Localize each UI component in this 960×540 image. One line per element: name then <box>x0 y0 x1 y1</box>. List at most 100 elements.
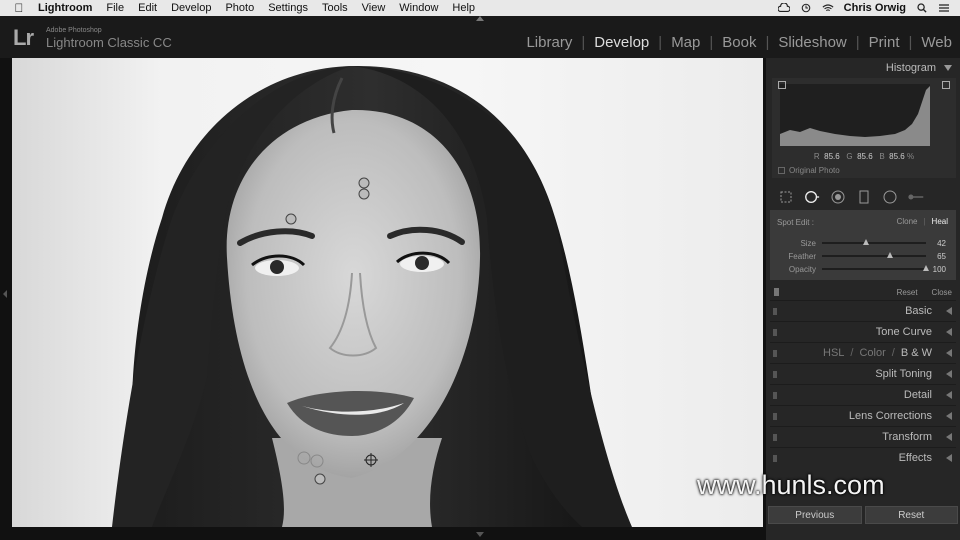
tab-color[interactable]: Color <box>859 347 885 359</box>
size-slider-track[interactable] <box>822 239 926 245</box>
feather-slider-track[interactable] <box>822 252 926 258</box>
graduated-filter-tool-icon[interactable] <box>856 189 872 205</box>
expand-triangle-icon[interactable] <box>946 391 952 399</box>
opacity-slider-thumb[interactable] <box>923 265 929 271</box>
histogram-graph <box>780 86 930 146</box>
expand-triangle-icon[interactable] <box>946 349 952 357</box>
panel-hsl-color-bw[interactable]: HSL / Color / B & W <box>770 342 956 363</box>
panel-toggle[interactable] <box>773 329 777 336</box>
menu-file[interactable]: File <box>106 2 124 14</box>
feather-value[interactable]: 65 <box>937 252 946 261</box>
panel-toggle[interactable] <box>773 413 777 420</box>
apple-icon[interactable]:  <box>12 1 26 15</box>
panel-effects-label: Effects <box>898 452 932 464</box>
panel-toggle[interactable] <box>773 392 777 399</box>
original-photo-option[interactable]: Original Photo <box>778 166 840 175</box>
menu-settings[interactable]: Settings <box>268 2 308 14</box>
menu-edit[interactable]: Edit <box>138 2 157 14</box>
spot-pin[interactable] <box>314 473 326 485</box>
panel-transform[interactable]: Transform <box>770 426 956 447</box>
module-print[interactable]: Print <box>869 34 900 51</box>
panel-toggle[interactable] <box>773 434 777 441</box>
panel-lens-corrections[interactable]: Lens Corrections <box>770 405 956 426</box>
expand-triangle-icon[interactable] <box>946 370 952 378</box>
spot-removal-tool-icon[interactable] <box>804 189 820 205</box>
panel-toggle[interactable] <box>773 455 777 462</box>
original-photo-checkbox[interactable] <box>778 167 785 174</box>
expand-triangle-icon[interactable] <box>946 433 952 441</box>
feather-slider-thumb[interactable] <box>886 252 893 258</box>
opacity-value[interactable]: 100 <box>933 265 946 274</box>
time-machine-icon[interactable] <box>800 3 812 13</box>
module-map[interactable]: Map <box>671 34 700 51</box>
tool-overlay-toggle[interactable] <box>774 288 779 296</box>
menu-photo[interactable]: Photo <box>225 2 254 14</box>
previous-button[interactable]: Previous <box>768 506 862 524</box>
module-develop[interactable]: Develop <box>594 34 649 51</box>
histogram-chart[interactable] <box>780 84 930 146</box>
crop-tool-icon[interactable] <box>778 189 794 205</box>
user-name[interactable]: Chris Orwig <box>844 2 906 14</box>
menu-develop[interactable]: Develop <box>171 2 211 14</box>
panel-toggle[interactable] <box>773 371 777 378</box>
spot-close-button[interactable]: Close <box>932 288 952 297</box>
b-label: B <box>879 152 885 161</box>
spot-pin[interactable] <box>358 177 370 189</box>
spot-mode-switch: Clone | Heal <box>897 217 948 226</box>
opacity-label: Opacity <box>788 264 816 274</box>
panel-toggle[interactable] <box>773 350 777 357</box>
expand-left-panel-arrow-icon[interactable] <box>3 290 7 298</box>
panel-basic[interactable]: Basic <box>770 300 956 321</box>
adjustment-brush-tool-icon[interactable] <box>908 189 924 205</box>
panel-split-toning[interactable]: Split Toning <box>770 363 956 384</box>
red-eye-tool-icon[interactable] <box>830 189 846 205</box>
menu-view[interactable]: View <box>362 2 386 14</box>
expand-triangle-icon[interactable] <box>946 454 952 462</box>
radial-filter-tool-icon[interactable] <box>882 189 898 205</box>
highlight-clipping-toggle[interactable] <box>942 81 950 89</box>
spot-pin[interactable] <box>358 188 370 200</box>
size-label: Size <box>800 238 816 248</box>
menu-window[interactable]: Window <box>399 2 438 14</box>
module-header: Lr Adobe Photoshop Lightroom Classic CC … <box>0 16 960 58</box>
mode-heal[interactable]: Heal <box>932 217 948 226</box>
tab-bw[interactable]: B & W <box>901 347 932 359</box>
module-separator: | <box>658 34 663 51</box>
opacity-slider-track[interactable] <box>822 265 929 271</box>
creative-cloud-icon[interactable] <box>777 3 790 13</box>
reset-button[interactable]: Reset <box>864 506 958 524</box>
shadow-clipping-toggle[interactable] <box>778 81 786 89</box>
macos-menu-bar:  Lightroom File Edit Develop Photo Sett… <box>0 0 960 16</box>
search-icon[interactable] <box>916 3 928 13</box>
panel-tone-curve[interactable]: Tone Curve <box>770 321 956 342</box>
tab-hsl[interactable]: HSL <box>823 347 844 359</box>
spot-reset-button[interactable]: Reset <box>897 288 918 297</box>
size-value[interactable]: 42 <box>937 239 946 248</box>
expand-triangle-icon[interactable] <box>946 307 952 315</box>
expand-filmstrip-arrow-icon[interactable] <box>476 532 484 537</box>
spot-pin[interactable] <box>285 213 297 225</box>
histogram-title: Histogram <box>885 62 936 74</box>
menu-help[interactable]: Help <box>452 2 475 14</box>
panel-toggle[interactable] <box>773 308 777 315</box>
wifi-icon[interactable] <box>822 3 834 13</box>
expand-triangle-icon[interactable] <box>946 412 952 420</box>
panel-detail[interactable]: Detail <box>770 384 956 405</box>
histogram-header[interactable]: Histogram <box>766 58 960 78</box>
module-library[interactable]: Library <box>526 34 572 51</box>
panel-effects[interactable]: Effects <box>770 447 956 468</box>
module-web[interactable]: Web <box>921 34 952 51</box>
brand-name-text: Lightroom Classic CC <box>46 35 172 50</box>
photo-canvas[interactable] <box>12 58 763 527</box>
module-slideshow[interactable]: Slideshow <box>778 34 846 51</box>
collapse-top-panel-arrow-icon[interactable] <box>476 16 484 21</box>
menu-app-name[interactable]: Lightroom <box>38 2 92 14</box>
collapse-triangle-icon[interactable] <box>944 65 952 71</box>
size-slider-thumb[interactable] <box>862 239 869 245</box>
module-book[interactable]: Book <box>722 34 756 51</box>
notification-center-icon[interactable] <box>938 3 950 13</box>
panel-tone-curve-label: Tone Curve <box>875 326 932 338</box>
menu-tools[interactable]: Tools <box>322 2 348 14</box>
mode-clone[interactable]: Clone <box>897 217 918 226</box>
expand-triangle-icon[interactable] <box>946 328 952 336</box>
